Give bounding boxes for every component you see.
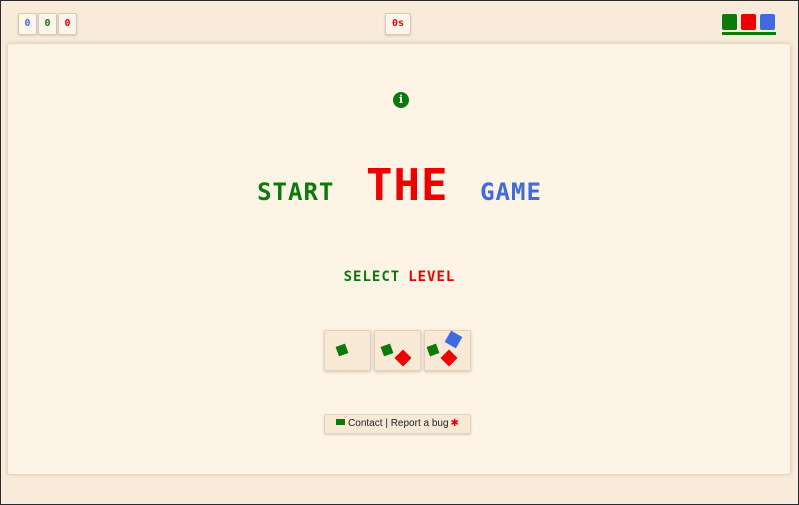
score-blue: 0 xyxy=(18,13,37,35)
level-3-button[interactable] xyxy=(424,330,471,371)
report-bug-link[interactable]: Report a bug xyxy=(391,418,449,429)
score-red: 0 xyxy=(58,13,77,35)
subtitle-level: LEVEL xyxy=(408,269,456,285)
title-game: GAME xyxy=(480,178,542,206)
separator: | xyxy=(385,418,388,429)
green-square-icon xyxy=(380,343,394,357)
select-level-label: SELECT LEVEL xyxy=(0,269,799,285)
level-2-button[interactable] xyxy=(374,330,421,371)
theme-green-swatch[interactable] xyxy=(722,14,737,30)
timer: 0s xyxy=(385,13,411,35)
red-square-icon xyxy=(440,349,458,367)
score-green: 0 xyxy=(38,13,57,35)
blue-square-icon xyxy=(444,330,463,349)
contact-link[interactable]: Contact xyxy=(348,418,382,429)
title-start: START xyxy=(257,178,335,206)
theme-blue-swatch[interactable] xyxy=(760,14,775,30)
info-icon[interactable]: i xyxy=(393,92,409,108)
green-square-icon xyxy=(426,343,440,357)
subtitle-select: SELECT xyxy=(343,269,401,285)
theme-red-swatch[interactable] xyxy=(741,14,756,30)
page-title: START THE GAME xyxy=(0,160,799,211)
level-1-button[interactable] xyxy=(324,330,371,371)
title-the: THE xyxy=(365,160,449,211)
green-square-icon xyxy=(335,343,349,357)
theme-underline xyxy=(722,32,776,35)
contact-bar: Contact | Report a bug ✱ xyxy=(324,414,471,434)
envelope-icon xyxy=(336,419,346,426)
red-square-icon xyxy=(394,349,412,367)
bug-icon: ✱ xyxy=(450,418,459,429)
